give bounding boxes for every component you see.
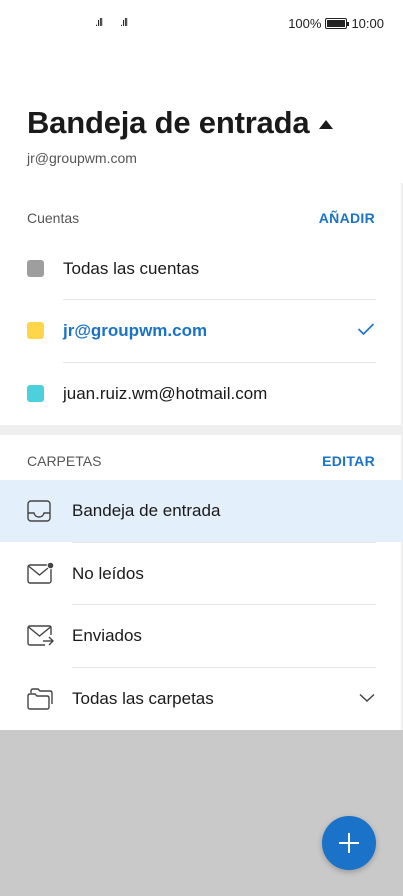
unread-mail-icon — [27, 561, 55, 584]
folders-icon — [27, 688, 53, 710]
plus-icon — [339, 833, 359, 853]
account-color-swatch — [27, 322, 44, 339]
chevron-down-icon[interactable] — [359, 693, 375, 703]
signal-icon: .ıll — [95, 17, 103, 29]
folder-label: Bandeja de entrada — [72, 501, 221, 520]
folder-label: Todas las carpetas — [72, 689, 214, 708]
clock: 10:00 — [351, 16, 384, 31]
background-scrim[interactable] — [0, 730, 403, 896]
folder-item-all-folders[interactable]: Todas las carpetas — [0, 668, 403, 730]
account-label: juan.ruiz.wm@hotmail.com — [63, 384, 268, 403]
account-item-hotmail[interactable]: juan.ruiz.wm@hotmail.com — [0, 363, 403, 425]
accounts-section-label: Cuentas — [27, 210, 80, 226]
folder-label: Enviados — [72, 626, 142, 645]
section-separator — [0, 425, 403, 435]
battery-icon — [325, 18, 350, 29]
add-account-button[interactable]: AÑADIR — [319, 210, 375, 226]
account-label: jr@groupwm.com — [63, 321, 208, 340]
sent-mail-icon — [27, 625, 54, 646]
checkmark-icon — [357, 323, 375, 336]
account-item-groupwm[interactable]: jr@groupwm.com — [0, 300, 403, 362]
account-email-subtitle: jr@groupwm.com — [27, 150, 137, 166]
inbox-icon — [27, 500, 51, 522]
folders-section-label: CARPETAS — [27, 453, 102, 469]
folder-item-sent[interactable]: Enviados — [0, 605, 403, 667]
account-item-all[interactable]: Todas las cuentas — [0, 238, 403, 300]
folder-item-inbox[interactable]: Bandeja de entrada — [0, 480, 403, 542]
signal-icon-2: .ıll — [120, 17, 128, 29]
folder-item-unread[interactable]: No leídos — [0, 543, 403, 605]
folder-label: No leídos — [72, 564, 144, 583]
edit-folders-button[interactable]: EDITAR — [322, 453, 375, 469]
status-right: 100% 10:00 — [288, 16, 384, 31]
mailbox-switcher[interactable]: Bandeja de entrada — [27, 105, 334, 141]
account-color-swatch — [27, 260, 44, 277]
battery-percent: 100% — [288, 16, 322, 31]
account-color-swatch — [27, 385, 44, 402]
status-bar: .ıll .ıll 100% 10:00 — [0, 0, 403, 48]
compose-fab[interactable] — [322, 816, 376, 870]
page-title: Bandeja de entrada — [27, 105, 310, 140]
caret-up-icon — [319, 119, 334, 129]
account-label: Todas las cuentas — [63, 259, 200, 278]
